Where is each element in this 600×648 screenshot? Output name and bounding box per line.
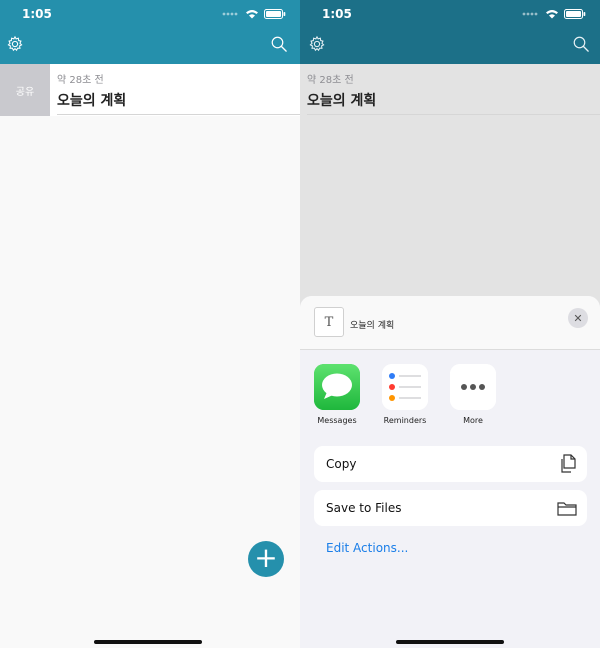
- home-indicator: [396, 640, 504, 644]
- screenshot-stage: 1:05 공유 약 28초 전 오늘의 계획 + 1:05 약 28초 전 오늘…: [0, 0, 600, 648]
- row-divider: [57, 114, 300, 115]
- more-apps-button[interactable]: [450, 364, 496, 410]
- note-timestamp: 약 28초 전: [57, 75, 104, 86]
- gear-icon[interactable]: [6, 35, 24, 57]
- note-title: 오늘의 계획: [307, 93, 377, 109]
- reminders-label: Reminders: [383, 416, 427, 425]
- close-icon: ✕: [573, 311, 583, 325]
- share-sheet: T 오늘의 계획 ✕ Messages Reminders More Copy …: [300, 296, 600, 648]
- text-document-icon: T: [314, 307, 344, 337]
- reminders-icon: [382, 364, 428, 410]
- save-to-files-label: Save to Files: [326, 501, 402, 515]
- status-indicators: [522, 9, 586, 19]
- shared-item-title: 오늘의 계획: [350, 321, 395, 331]
- note-title: 오늘의 계획: [57, 93, 127, 109]
- status-time: 1:05: [22, 7, 52, 21]
- row-divider: [307, 114, 600, 115]
- messages-icon: [314, 364, 360, 410]
- status-time: 1:05: [322, 7, 352, 21]
- share-screen: 1:05 약 28초 전 오늘의 계획 T 오늘의 계획 ✕ Messages …: [300, 0, 600, 648]
- messages-app-button[interactable]: [314, 364, 360, 410]
- close-button[interactable]: ✕: [568, 308, 588, 328]
- search-icon[interactable]: [572, 35, 590, 57]
- notes-list-screen: 1:05 공유 약 28초 전 오늘의 계획 +: [0, 0, 300, 648]
- plus-icon: +: [254, 541, 278, 574]
- copy-icon: [561, 454, 576, 473]
- note-list-item[interactable]: 약 28초 전 오늘의 계획: [300, 64, 600, 116]
- share-sheet-header: T 오늘의 계획 ✕: [300, 296, 600, 350]
- copy-action[interactable]: Copy: [314, 446, 587, 482]
- save-to-files-action[interactable]: Save to Files: [314, 490, 587, 526]
- nav-bar: 1:05: [0, 0, 300, 64]
- battery-icon: [264, 9, 286, 19]
- note-list-item[interactable]: 약 28초 전 오늘의 계획: [50, 64, 300, 116]
- home-indicator: [94, 640, 202, 644]
- folder-icon: [557, 502, 577, 516]
- wifi-icon: [546, 10, 558, 19]
- search-icon[interactable]: [270, 35, 288, 57]
- edit-actions-link[interactable]: Edit Actions...: [326, 541, 408, 555]
- share-swipe-button[interactable]: 공유: [0, 64, 50, 116]
- ellipsis-icon: [450, 364, 496, 410]
- reminders-app-button[interactable]: [382, 364, 428, 410]
- status-indicators: [222, 9, 286, 19]
- add-note-button[interactable]: +: [248, 541, 284, 577]
- signal-icon: [522, 12, 538, 16]
- nav-bar: 1:05: [300, 0, 600, 64]
- signal-icon: [222, 12, 238, 16]
- note-timestamp: 약 28초 전: [307, 75, 354, 86]
- share-swipe-label: 공유: [15, 86, 35, 98]
- copy-label: Copy: [326, 457, 357, 471]
- more-label: More: [463, 416, 483, 425]
- gear-icon[interactable]: [308, 35, 326, 57]
- document-glyph: T: [324, 314, 334, 330]
- battery-icon: [564, 9, 586, 19]
- wifi-icon: [246, 10, 258, 19]
- messages-label: Messages: [317, 416, 357, 425]
